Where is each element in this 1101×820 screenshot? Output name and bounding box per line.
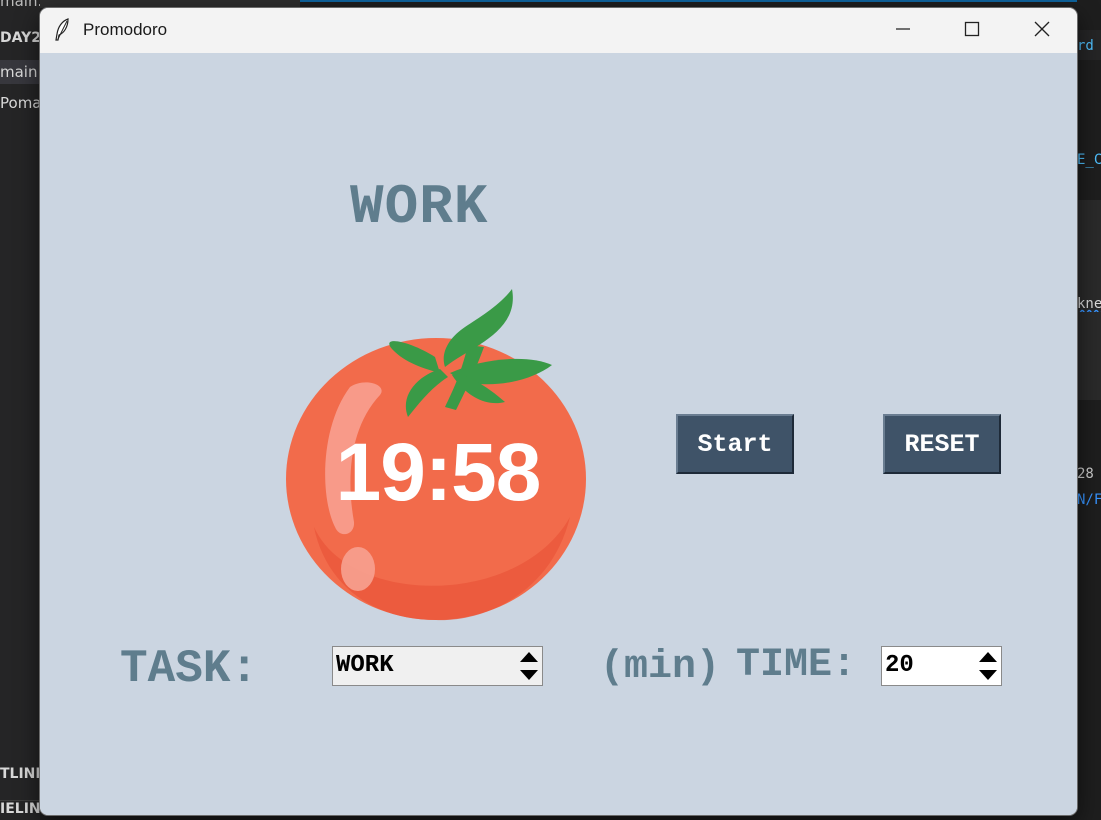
background-tab-strip bbox=[40, 0, 300, 8]
close-icon bbox=[1034, 21, 1050, 41]
title-bar[interactable]: Promodoro bbox=[40, 8, 1077, 53]
background-editor-top bbox=[300, 0, 1101, 8]
start-button[interactable]: Start bbox=[676, 414, 794, 474]
maximize-icon bbox=[964, 21, 980, 41]
bg-code-fragment: rd bbox=[1077, 38, 1094, 54]
app-client-area: WORK 19:58 Start RESET TASK: WORK (min) … bbox=[40, 53, 1077, 815]
minimize-icon bbox=[895, 21, 911, 41]
triangle-down-icon bbox=[520, 670, 538, 680]
bg-folder-row: DAY2 bbox=[0, 30, 40, 46]
bg-file-row: main. bbox=[0, 60, 40, 84]
maximize-button[interactable] bbox=[937, 8, 1007, 53]
background-editor-right: rd E_C kne 28 N/F bbox=[1077, 0, 1101, 820]
timer-display: 19:58 bbox=[335, 427, 542, 518]
triangle-up-icon bbox=[979, 652, 997, 662]
promodoro-window: Promodoro WORK 19:58 Start RESET TASK: W… bbox=[40, 8, 1077, 815]
triangle-up-icon bbox=[520, 652, 538, 662]
window-title: Promodoro bbox=[83, 20, 168, 39]
spin-up-button[interactable] bbox=[977, 649, 999, 665]
task-label: TASK: bbox=[120, 643, 259, 695]
spin-down-button[interactable] bbox=[977, 667, 999, 683]
task-value[interactable]: WORK bbox=[336, 652, 394, 679]
time-spinbox[interactable]: 20 bbox=[881, 646, 1002, 686]
time-value[interactable]: 20 bbox=[885, 652, 914, 679]
bg-timeline-header: IELINE bbox=[0, 800, 40, 817]
reset-button[interactable]: RESET bbox=[883, 414, 1001, 474]
bg-code-fragment: E_C bbox=[1077, 152, 1101, 168]
bg-code-fragment: 28 bbox=[1077, 466, 1094, 482]
time-label: TIME: bbox=[736, 643, 857, 688]
mode-label: WORK bbox=[350, 175, 489, 239]
spin-down-button[interactable] bbox=[518, 667, 540, 683]
min-label: (min) bbox=[600, 645, 721, 690]
background-editor-sidebar: main.py DAY2 main. Poma TLINE IELINE bbox=[0, 0, 40, 820]
minimize-button[interactable] bbox=[868, 8, 938, 53]
bg-file-row: Poma bbox=[0, 94, 40, 112]
triangle-down-icon bbox=[979, 670, 997, 680]
time-spin-arrows bbox=[977, 649, 999, 683]
spin-up-button[interactable] bbox=[518, 649, 540, 665]
bg-outline-header: TLINE bbox=[0, 766, 40, 782]
bg-file-row: main.py bbox=[0, 0, 40, 10]
close-button[interactable] bbox=[1007, 8, 1077, 53]
feather-icon bbox=[53, 18, 73, 42]
bg-code-fragment: kne bbox=[1077, 296, 1101, 312]
bg-code-fragment: N/F bbox=[1077, 492, 1101, 508]
task-spinbox[interactable]: WORK bbox=[332, 646, 543, 686]
task-spin-arrows bbox=[518, 649, 540, 683]
